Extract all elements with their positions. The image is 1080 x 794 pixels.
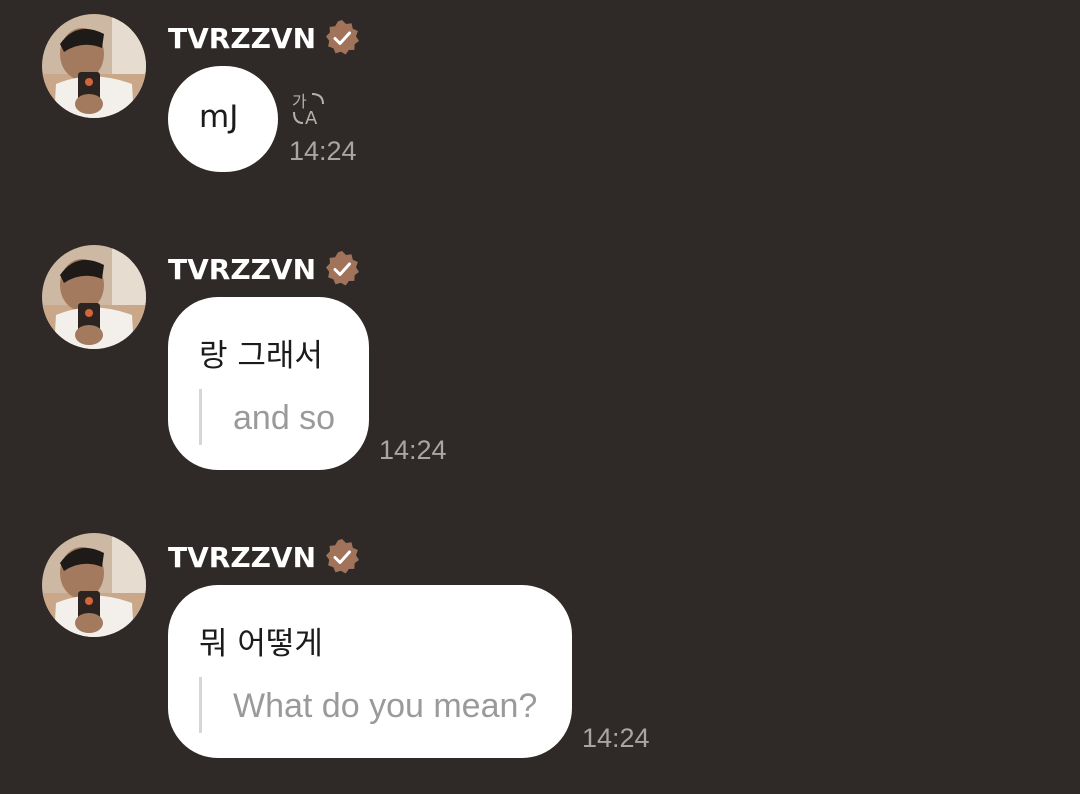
message-text: 뭐 어떻게 bbox=[199, 626, 323, 662]
avatar[interactable] bbox=[42, 533, 146, 637]
message-time: 14:24 bbox=[582, 723, 650, 753]
avatar-photo bbox=[42, 533, 146, 637]
verified-badge-icon bbox=[326, 539, 360, 574]
message-bubble[interactable]: 뭐 어떻게 What do you mean? bbox=[168, 585, 572, 758]
translation-text: What do you mean? bbox=[233, 687, 538, 725]
translation-quote-bar bbox=[199, 677, 202, 733]
sender-name[interactable]: TVRZZVN bbox=[168, 541, 316, 574]
sender: TVRZZVN bbox=[168, 537, 362, 577]
message-3: TVRZZVN 뭐 어떻게 What do you mean? 14:24 bbox=[0, 0, 1080, 780]
